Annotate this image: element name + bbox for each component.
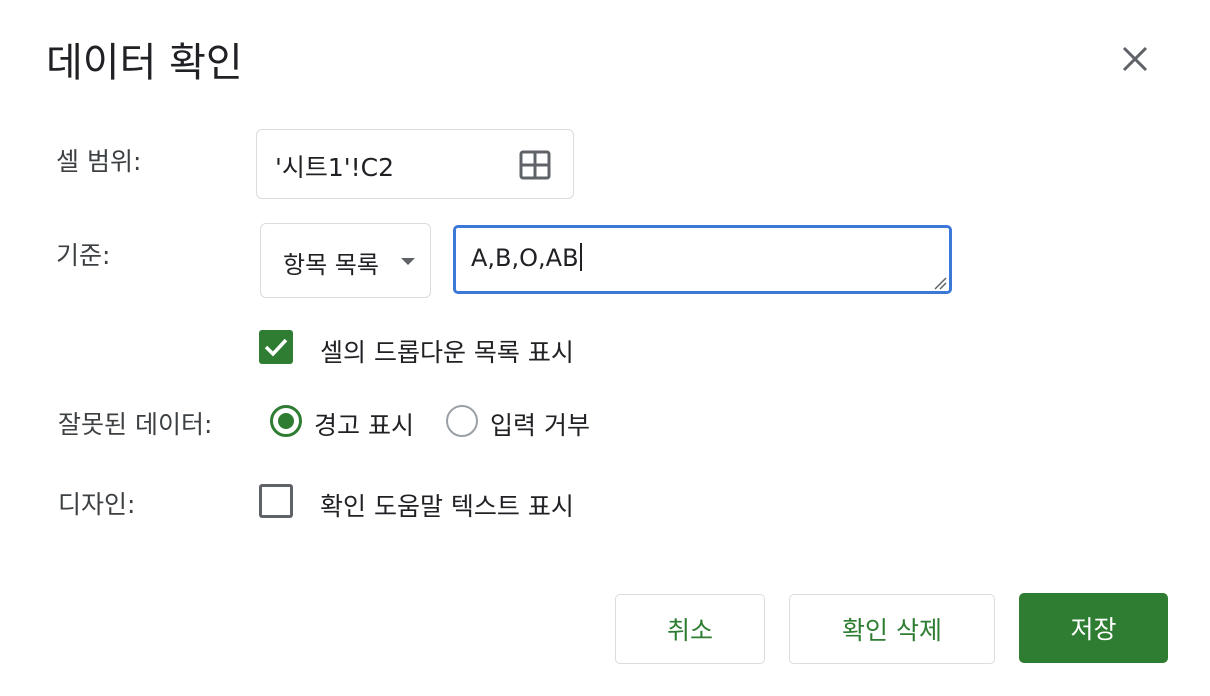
text-cursor	[579, 243, 582, 271]
dialog-title: 데이터 확인	[46, 40, 243, 86]
criteria-items-input[interactable]: A,B,O,AB	[453, 225, 952, 294]
save-button[interactable]: 저장	[1019, 593, 1168, 663]
reject-input-label: 입력 거부	[490, 411, 590, 440]
cell-range-input[interactable]: '시트1'!C2	[256, 129, 574, 199]
criteria-type-dropdown[interactable]: 항목 목록	[260, 223, 431, 298]
invalid-data-label: 잘못된 데이터:	[58, 410, 213, 439]
radio-reject-input[interactable]	[446, 405, 478, 437]
show-warning-label: 경고 표시	[314, 411, 414, 440]
show-dropdown-label: 셀의 드롭다운 목록 표시	[320, 338, 574, 367]
cell-range-value: '시트1'!C2	[275, 153, 395, 182]
cancel-button[interactable]: 취소	[615, 594, 765, 664]
caret-down-icon	[401, 258, 415, 265]
close-button[interactable]	[1118, 42, 1152, 76]
criteria-type-value: 항목 목록	[283, 251, 379, 279]
checkmark-icon	[264, 338, 288, 357]
grid-select-icon[interactable]	[519, 150, 551, 180]
show-dropdown-checkbox[interactable]	[259, 330, 293, 364]
help-text-checkbox[interactable]	[259, 484, 293, 518]
close-icon	[1122, 46, 1148, 72]
radio-show-warning[interactable]	[270, 405, 302, 437]
cell-range-label: 셀 범위:	[56, 147, 142, 176]
remove-validation-button[interactable]: 확인 삭제	[789, 594, 995, 664]
design-label: 디자인:	[58, 490, 136, 519]
resize-handle-icon[interactable]	[933, 275, 947, 290]
criteria-label: 기준:	[56, 241, 111, 270]
criteria-items-text: A,B,O,AB	[471, 243, 582, 272]
help-text-label: 확인 도움말 텍스트 표시	[320, 492, 574, 521]
